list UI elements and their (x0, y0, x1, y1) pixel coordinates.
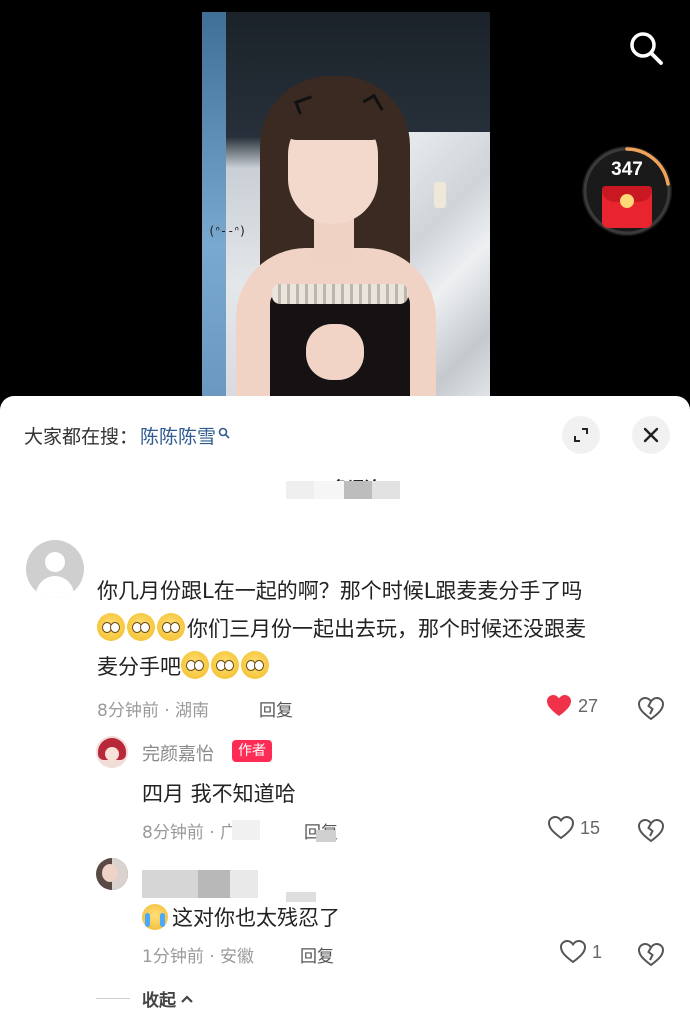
avatar-face (102, 864, 118, 882)
like-button[interactable]: 15 (548, 816, 600, 840)
staring-emoji-icon (181, 651, 209, 679)
expand-icon (574, 428, 588, 442)
reply-meta: 1分钟前 · 安徽 (142, 947, 255, 967)
search-suggestion-term[interactable]: 陈陈陈雪 (140, 422, 216, 449)
comment-text-line: 你们三月份一起出去玩，那个时候还没跟麦 (97, 610, 667, 648)
broken-heart-icon[interactable] (637, 816, 665, 844)
red-packet-widget[interactable]: 347 (582, 146, 672, 236)
red-packet-count: 347 (611, 159, 643, 180)
broken-heart-icon[interactable] (637, 940, 665, 968)
mosaic-overlay (286, 481, 314, 499)
video-area[interactable]: (ᐢ--ᐢ) 347 (0, 0, 690, 410)
mosaic-overlay (232, 820, 260, 840)
comment-panel: 大家都在搜： 陈陈陈雪 65条评论 你几月份跟L在一起的啊？那个时候L跟麦麦分手… (0, 396, 690, 1027)
heart-icon (547, 695, 571, 716)
staring-emoji-icon (127, 613, 155, 641)
crying-emoji-icon (142, 904, 168, 930)
video-lamp (434, 182, 446, 208)
mosaic-overlay (230, 870, 258, 898)
mosaic-overlay (372, 481, 400, 499)
reply-text[interactable]: 四月 我不知道哈 (142, 778, 296, 808)
search-suggestion[interactable]: 大家都在搜： 陈陈陈雪 (24, 422, 230, 449)
staring-emoji-icon (97, 613, 125, 641)
mosaic-overlay (316, 830, 336, 842)
collapse-label: 收起 (142, 991, 176, 1011)
staring-emoji-icon (211, 651, 239, 679)
reply-button[interactable]: 回复 (300, 942, 334, 967)
comment-meta: 8分钟前 · 湖南 (97, 701, 210, 721)
mosaic-overlay (198, 870, 230, 898)
reply-button[interactable]: 回复 (259, 696, 293, 721)
like-count: 27 (578, 695, 599, 716)
avatar-placeholder-head (45, 552, 65, 572)
mosaic-overlay (286, 892, 316, 902)
like-button[interactable]: 27 (546, 694, 598, 718)
avatar[interactable] (96, 858, 128, 890)
search-suggestion-prefix: 大家都在搜： (24, 426, 139, 448)
video-person-hands (306, 324, 364, 380)
video-person-lace (272, 284, 408, 304)
like-button[interactable]: 1 (560, 940, 602, 964)
like-count: 15 (580, 817, 601, 838)
staring-emoji-icon (157, 613, 185, 641)
staring-emoji-icon (241, 651, 269, 679)
avatar-face (105, 747, 119, 761)
broken-heart-icon[interactable] (637, 694, 665, 722)
author-badge: 作者 (232, 740, 272, 762)
divider (96, 998, 130, 999)
comment-text-line: 麦分手吧 (97, 648, 667, 686)
heart-outline-icon (548, 816, 574, 840)
search-icon[interactable] (626, 28, 666, 68)
mosaic-overlay (314, 481, 344, 499)
video-person-neck (314, 218, 354, 262)
comment-text[interactable]: 你几月份跟L在一起的啊？那个时候L跟麦麦分手了吗 你们三月份一起出去玩，那个时候… (97, 572, 667, 686)
like-count: 1 (592, 941, 603, 962)
mosaic-overlay (344, 481, 372, 499)
collapse-replies-button[interactable]: 收起 (96, 986, 194, 1011)
avatar[interactable] (26, 540, 84, 598)
reply-text[interactable]: 这对你也太残忍了 (142, 902, 340, 932)
video-window-background (202, 12, 226, 402)
mosaic-overlay (142, 870, 198, 898)
heart-outline-icon (560, 940, 586, 964)
avatar-placeholder-body (36, 576, 74, 598)
reply-author-name[interactable]: 完颜嘉怡 (142, 740, 214, 766)
comment-text-line: 你几月份跟L在一起的啊？那个时候L跟麦麦分手了吗 (97, 579, 583, 603)
expand-button[interactable] (562, 416, 600, 454)
red-envelope-coin (620, 194, 634, 208)
chevron-up-icon (181, 994, 193, 1003)
small-search-icon (218, 427, 230, 438)
author-avatar[interactable] (96, 736, 128, 768)
video-doodle: (ᐢ--ᐢ) (208, 224, 247, 238)
close-button[interactable] (632, 416, 670, 454)
video-frame[interactable]: (ᐢ--ᐢ) (202, 12, 490, 402)
close-icon (643, 427, 659, 443)
